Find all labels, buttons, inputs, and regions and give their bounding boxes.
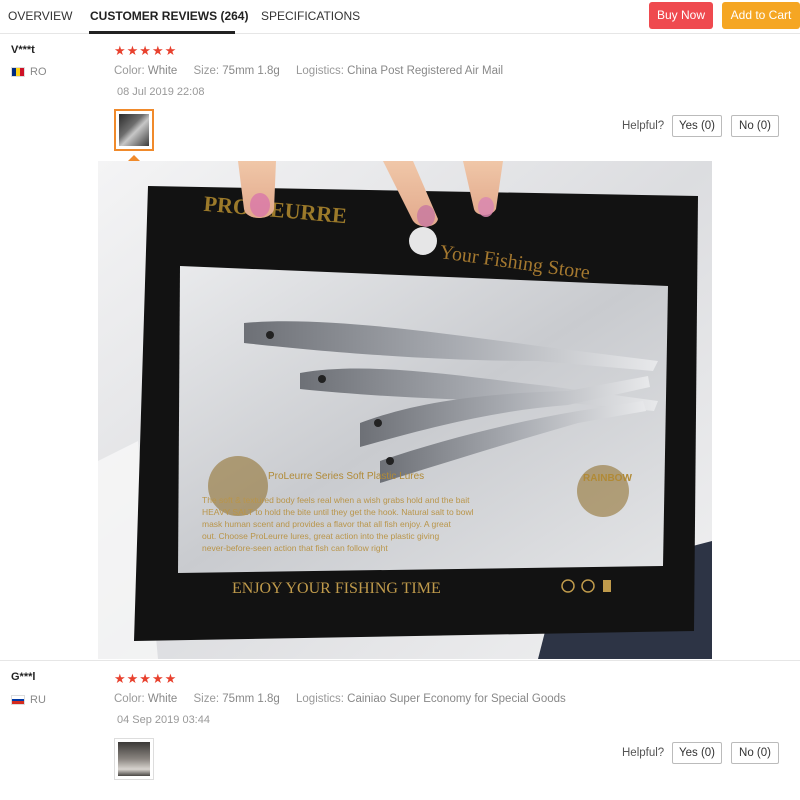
- reviewer-name: V***t: [11, 44, 35, 56]
- add-to-cart-button[interactable]: Add to Cart: [722, 2, 800, 29]
- helpful-no-button[interactable]: No (0): [731, 115, 779, 137]
- package-rainbow-text: RAINBOW: [583, 473, 632, 484]
- review-photo-large[interactable]: PRO LEURRE Your Fishing Store ProLeurre …: [98, 161, 712, 659]
- reviewer-country: RO: [11, 66, 47, 78]
- tab-specifications[interactable]: SPECIFICATIONS: [261, 9, 360, 23]
- logistics-value: Cainiao Super Economy for Special Goods: [347, 693, 566, 705]
- tab-overview[interactable]: OVERVIEW: [8, 9, 72, 23]
- reviewer-name: G***l: [11, 671, 36, 683]
- helpful-no-button[interactable]: No (0): [731, 742, 779, 764]
- review-date: 04 Sep 2019 03:44: [117, 714, 210, 726]
- star-rating: ★★★★★: [114, 671, 178, 686]
- color-label: Color:: [114, 693, 145, 705]
- romania-flag-icon: [11, 67, 25, 77]
- review-photo-thumbnail[interactable]: [114, 738, 154, 780]
- color-value: White: [147, 65, 178, 77]
- country-code: RO: [30, 66, 47, 78]
- active-tab-indicator: [89, 31, 235, 34]
- review-date: 08 Jul 2019 22:08: [117, 86, 205, 98]
- size-label: Size:: [193, 65, 220, 77]
- color-value: White: [147, 693, 178, 705]
- helpful-yes-button[interactable]: Yes (0): [672, 742, 722, 764]
- product-tab-bar: OVERVIEW CUSTOMER REVIEWS (264) SPECIFIC…: [0, 0, 800, 34]
- review-attributes: Color: White Size: 75mm 1.8g Logistics: …: [114, 693, 579, 705]
- package-slogan: ENJOY YOUR FISHING TIME: [232, 580, 441, 597]
- color-label: Color:: [114, 65, 145, 77]
- size-value: 75mm 1.8g: [222, 693, 280, 705]
- review-item: G***l RU ★★★★★ Color: White Size: 75mm 1…: [0, 660, 800, 800]
- russia-flag-icon: [11, 695, 25, 705]
- svg-text:HEAVY SALT to hold the bite un: HEAVY SALT to hold the bite until they g…: [202, 507, 474, 517]
- review-photo-thumbnail[interactable]: [114, 109, 154, 151]
- svg-text:mask human scent and provides: mask human scent and provides a flavor t…: [202, 519, 451, 529]
- logistics-value: China Post Registered Air Mail: [347, 65, 504, 77]
- logistics-label: Logistics:: [296, 693, 344, 705]
- svg-text:out. Choose ProLeurre lures, g: out. Choose ProLeurre lures, great actio…: [202, 531, 439, 541]
- svg-text:The soft & textured body feels: The soft & textured body feels real when…: [202, 495, 470, 505]
- logistics-label: Logistics:: [296, 65, 344, 77]
- buy-now-button[interactable]: Buy Now: [649, 2, 713, 29]
- reviewer-country: RU: [11, 694, 46, 706]
- helpful-yes-button[interactable]: Yes (0): [672, 115, 722, 137]
- helpful-label: Helpful?: [622, 747, 665, 759]
- helpful-label: Helpful?: [622, 120, 665, 132]
- star-rating: ★★★★★: [114, 43, 178, 58]
- lure-package-photo: PRO LEURRE Your Fishing Store ProLeurre …: [98, 161, 712, 659]
- package-series-text: ProLeurre Series Soft Plastic Lures: [268, 471, 424, 482]
- country-code: RU: [30, 694, 46, 706]
- review-attributes: Color: White Size: 75mm 1.8g Logistics: …: [114, 65, 516, 77]
- size-value: 75mm 1.8g: [222, 65, 280, 77]
- size-label: Size:: [193, 693, 220, 705]
- tab-customer-reviews[interactable]: CUSTOMER REVIEWS (264): [90, 9, 248, 23]
- review-item: V***t RO ★★★★★ Color: White Size: 75mm 1…: [0, 36, 800, 659]
- svg-text:never-before-seen action that: never-before-seen action that fish can f…: [202, 543, 388, 553]
